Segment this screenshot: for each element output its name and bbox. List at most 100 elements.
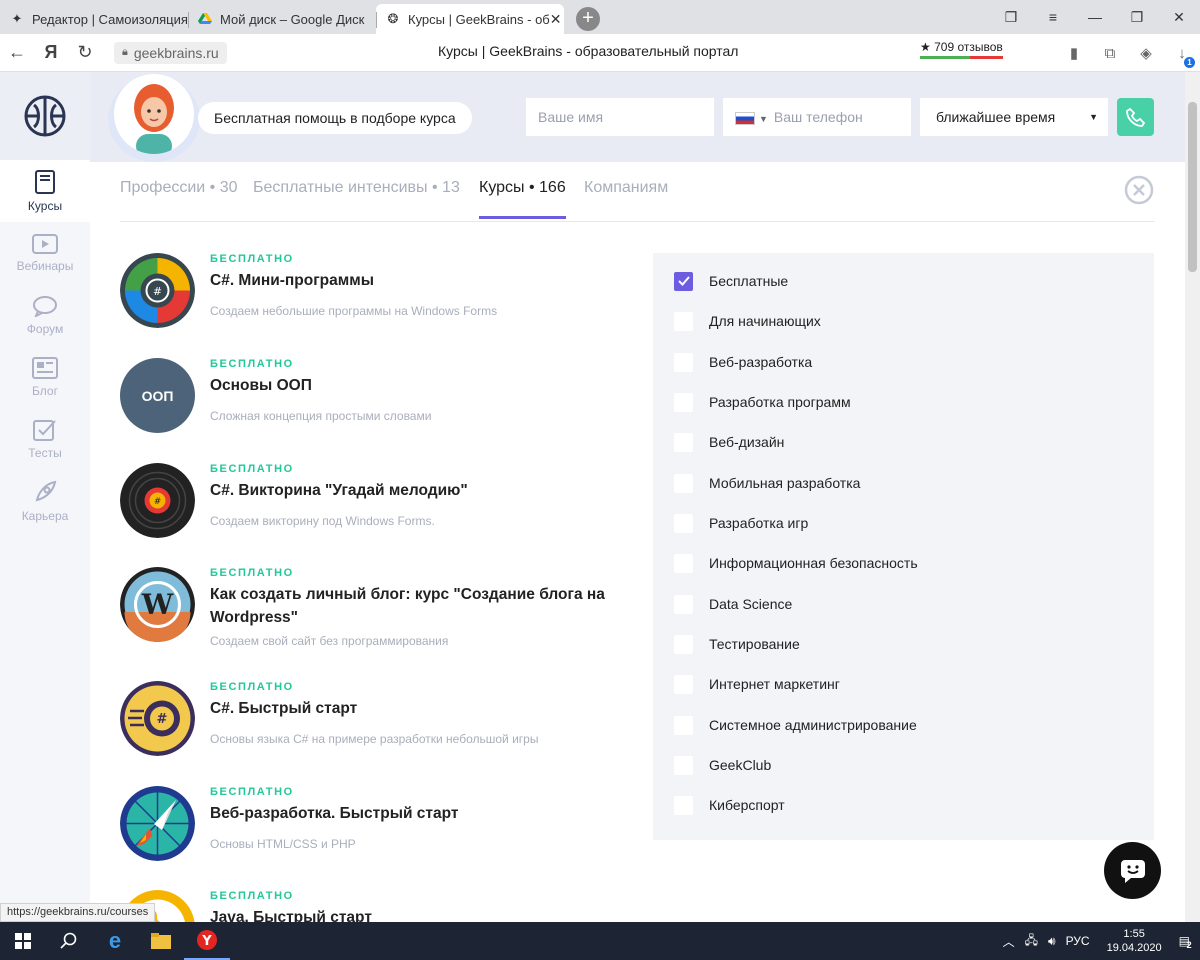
name-input[interactable]: Ваше имя	[526, 98, 714, 136]
browser-tab[interactable]: ✦ Редактор | Самоизоляция	[0, 4, 188, 34]
reload-icon[interactable]: ↻	[68, 42, 102, 63]
course-title[interactable]: C#. Викторина "Угадай мелодию"	[210, 479, 610, 502]
protect-icon[interactable]: ◈	[1128, 44, 1164, 62]
notifications-icon[interactable]: ▤ 2	[1179, 934, 1192, 950]
filter-mobile-dev[interactable]: Мобильная разработка	[674, 473, 860, 493]
filter-beginners[interactable]: Для начинающих	[674, 311, 821, 331]
checkbox[interactable]	[674, 553, 693, 573]
sidebar-item-webinars[interactable]: Вебинары	[0, 222, 90, 284]
filter-geekclub[interactable]: GeekClub	[674, 755, 771, 775]
filter-marketing[interactable]: Интернет маркетинг	[674, 674, 840, 694]
checkbox[interactable]	[674, 311, 693, 331]
filter-testing[interactable]: Тестирование	[674, 634, 800, 654]
tab-free-intensives[interactable]: Бесплатные интенсивы • 13	[253, 179, 460, 216]
vinyl-record-icon: #	[120, 463, 195, 538]
windows-start-icon[interactable]	[0, 922, 46, 960]
checkbox[interactable]	[674, 432, 693, 452]
close-circle-icon[interactable]	[1123, 174, 1155, 206]
browser-tab-active[interactable]: ❂ Курсы | GeekBrains - об ✕	[376, 4, 564, 34]
checkbox-checked[interactable]	[674, 271, 693, 291]
network-icon[interactable]: 🖧︎	[1025, 931, 1038, 952]
menu-icon[interactable]: ≡	[1032, 0, 1074, 34]
search-icon[interactable]	[46, 922, 92, 960]
close-window-icon[interactable]: ✕	[1158, 0, 1200, 34]
filter-esports[interactable]: Киберспорт	[674, 795, 785, 815]
language-indicator[interactable]: РУС	[1066, 934, 1090, 948]
restore-icon[interactable]: ❐	[1116, 0, 1158, 34]
chevron-up-icon[interactable]: ︿	[1003, 933, 1015, 950]
course-title[interactable]: C#. Быстрый старт	[210, 697, 610, 720]
course-item[interactable]: БЕСПЛАТНО Веб-разработка. Быстрый старт …	[120, 786, 640, 866]
course-item[interactable]: ООП БЕСПЛАТНО Основы ООП Сложная концепц…	[120, 358, 640, 438]
download-icon[interactable]: ↓ 1	[1164, 45, 1200, 68]
filter-web-design[interactable]: Веб-дизайн	[674, 432, 784, 452]
course-title[interactable]: Веб-разработка. Быстрый старт	[210, 802, 610, 825]
checkbox[interactable]	[674, 352, 693, 372]
course-title[interactable]: Java. Быстрый старт	[210, 906, 610, 922]
bookmarks-panel-icon[interactable]: ❐	[990, 0, 1032, 34]
bookmark-icon[interactable]: ▮	[1056, 44, 1092, 62]
checkbox[interactable]	[674, 795, 693, 815]
page-scrollbar[interactable]	[1185, 72, 1200, 922]
clock[interactable]: 1:55 19.04.2020	[1107, 927, 1162, 955]
checkbox[interactable]	[674, 715, 693, 735]
windows-taskbar: e Y ︿ 🖧︎ 🔊︎ РУС 1:55 19.04.2020 ▤ 2	[0, 922, 1200, 960]
sidebar-item-career[interactable]: Карьера	[0, 470, 90, 532]
course-item[interactable]: # БЕСПЛАТНО C#. Быстрый старт Основы язы…	[120, 681, 640, 761]
course-item[interactable]: БЕСПЛАТНО Java. Быстрый старт	[120, 890, 640, 922]
filter-data-science[interactable]: Data Science	[674, 594, 792, 614]
google-drive-icon	[198, 12, 212, 26]
call-button[interactable]	[1117, 98, 1154, 136]
filter-game-dev[interactable]: Разработка игр	[674, 513, 808, 533]
time-select[interactable]: ближайшее время ▼	[920, 98, 1108, 136]
checkmark-icon	[677, 276, 690, 286]
course-title[interactable]: C#. Мини-программы	[210, 269, 610, 292]
course-item[interactable]: # БЕСПЛАТНО C#. Мини-программы Создаем н…	[120, 253, 640, 333]
filter-sysadmin[interactable]: Системное администрирование	[674, 715, 917, 735]
course-title[interactable]: Как создать личный блог: курс "Создание …	[210, 583, 610, 629]
collections-icon[interactable]: ⧉	[1092, 45, 1128, 62]
new-tab-button[interactable]: +	[576, 7, 600, 31]
checkbox[interactable]	[674, 674, 693, 694]
browser-tab[interactable]: Мой диск – Google Диск	[188, 4, 376, 34]
checkbox[interactable]	[674, 473, 693, 493]
checkbox[interactable]	[674, 755, 693, 775]
close-tab-icon[interactable]: ✕	[550, 11, 562, 28]
sidebar-item-blog[interactable]: Блог	[0, 346, 90, 408]
filter-infosec[interactable]: Информационная безопасность	[674, 553, 918, 573]
svg-text:#: #	[153, 285, 162, 298]
scrollbar-thumb[interactable]	[1188, 102, 1197, 272]
sidebar-item-forum[interactable]: Форум	[0, 284, 90, 346]
course-item[interactable]: # БЕСПЛАТНО C#. Викторина "Угадай мелоди…	[120, 463, 640, 543]
geekbrains-logo[interactable]	[0, 72, 90, 160]
edge-icon[interactable]: e	[92, 922, 138, 960]
course-item[interactable]: W БЕСПЛАТНО Как создать личный блог: кур…	[120, 567, 640, 657]
file-explorer-icon[interactable]	[138, 922, 184, 960]
clock-time: 1:55	[1123, 928, 1145, 940]
sidebar-item-tests[interactable]: Тесты	[0, 408, 90, 470]
chat-button[interactable]	[1104, 842, 1161, 899]
free-badge: БЕСПЛАТНО	[210, 358, 294, 370]
tab-companies[interactable]: Компаниям	[584, 179, 668, 216]
yandex-browser-icon[interactable]: Y	[184, 922, 230, 960]
tab-professions[interactable]: Профессии • 30	[120, 179, 238, 216]
sidebar-item-courses[interactable]: Курсы	[0, 160, 90, 222]
filter-free[interactable]: Бесплатные	[674, 271, 788, 291]
checkbox[interactable]	[674, 513, 693, 533]
checkbox[interactable]	[674, 392, 693, 412]
checkbox[interactable]	[674, 634, 693, 654]
course-desc: Основы HTML/CSS и PHP	[210, 837, 356, 851]
address-bar-icons: ▮ ⧉ ◈ ↓ 1	[1056, 34, 1200, 72]
minimize-icon[interactable]: —	[1074, 0, 1116, 34]
checkbox[interactable]	[674, 594, 693, 614]
tab-courses[interactable]: Курсы • 166	[479, 179, 566, 219]
reviews-badge[interactable]: ★ 709 отзывов	[920, 40, 1003, 59]
course-title[interactable]: Основы ООП	[210, 374, 610, 397]
filter-software-dev[interactable]: Разработка программ	[674, 392, 851, 412]
url-field[interactable]: 🔒︎ geekbrains.ru	[114, 41, 227, 64]
volume-icon[interactable]: 🔊︎	[1048, 934, 1056, 949]
phone-input[interactable]: ▼ Ваш телефон	[723, 98, 911, 136]
filter-web-dev[interactable]: Веб-разработка	[674, 352, 812, 372]
yandex-icon[interactable]: Я	[34, 42, 68, 63]
back-icon[interactable]: ←	[0, 42, 34, 63]
